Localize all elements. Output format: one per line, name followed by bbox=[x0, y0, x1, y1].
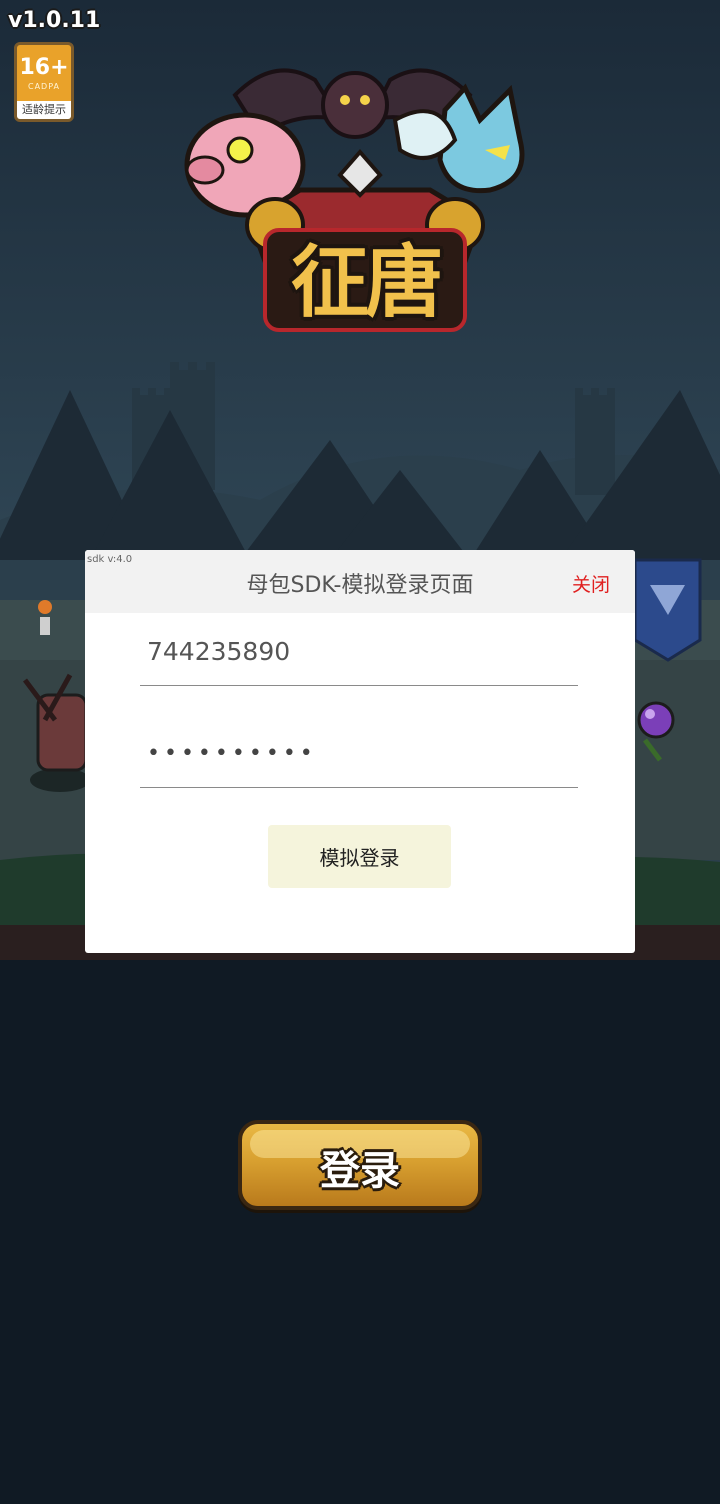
close-button[interactable]: 关闭 bbox=[572, 570, 610, 597]
password-field bbox=[140, 720, 585, 788]
simulate-login-button[interactable]: 模拟登录 bbox=[268, 825, 451, 888]
version-label: v1.0.11 bbox=[8, 8, 101, 33]
dialog-title: 母包SDK-模拟登录页面 bbox=[246, 573, 474, 598]
password-input[interactable] bbox=[140, 720, 585, 787]
account-field bbox=[140, 618, 585, 686]
age-rating-org: CADPA bbox=[27, 82, 60, 91]
game-login-button-label: 登录 bbox=[320, 1148, 400, 1194]
age-rating-badge[interactable]: 16+ CADPA 适龄提示 bbox=[14, 42, 74, 122]
age-rating-hint: 适龄提示 bbox=[17, 101, 71, 119]
age-rating-value: 16+ bbox=[19, 55, 69, 80]
sdk-version-label: sdk v:4.0 bbox=[87, 554, 133, 565]
torch-icon bbox=[38, 600, 52, 635]
account-input[interactable] bbox=[140, 618, 585, 685]
shield-banner-icon bbox=[633, 558, 702, 662]
dialog-header: sdk v:4.0 母包SDK-模拟登录页面 关闭 bbox=[85, 550, 635, 613]
game-logo-title: 征唐 bbox=[290, 237, 443, 328]
sdk-login-dialog: sdk v:4.0 母包SDK-模拟登录页面 关闭 模拟登录 bbox=[85, 550, 635, 953]
game-login-button[interactable]: 登录 bbox=[238, 1120, 482, 1210]
